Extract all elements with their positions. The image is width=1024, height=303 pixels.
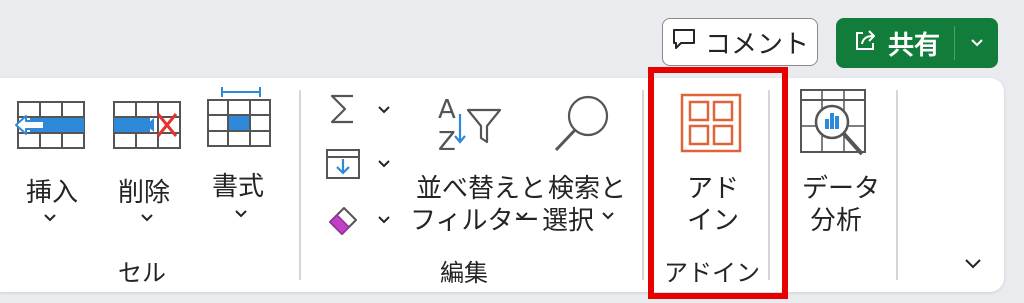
- delete-cells-icon: [110, 96, 184, 158]
- find-select-button[interactable]: 検索と 選択: [540, 92, 626, 236]
- insert-cells-button[interactable]: 挿入: [14, 96, 88, 231]
- data-analysis-label-line2: 分析: [810, 206, 863, 236]
- eraser-icon: [324, 200, 362, 242]
- autosum-chevron-icon: [378, 106, 390, 114]
- comment-icon: [671, 27, 697, 58]
- clear-button[interactable]: [322, 200, 398, 238]
- insert-cells-icon: [14, 96, 88, 158]
- group-divider: [896, 90, 898, 280]
- find-select-chevron-icon: [602, 212, 614, 220]
- find-select-label-line2: 選択: [542, 206, 595, 236]
- fill-button[interactable]: [322, 146, 398, 184]
- format-label: 書式: [212, 172, 265, 202]
- sort-filter-icon: A Z: [434, 92, 504, 160]
- svg-text:A: A: [438, 95, 456, 125]
- clear-chevron-icon: [378, 216, 390, 224]
- data-analysis-button[interactable]: データ 分析: [788, 86, 884, 236]
- fill-chevron-icon: [378, 160, 390, 168]
- share-label: 共有: [888, 30, 941, 61]
- insert-chevron-icon: [44, 214, 56, 222]
- autosum-button[interactable]: [322, 92, 398, 128]
- ribbon-collapse-button[interactable]: [958, 252, 988, 274]
- share-dropdown-chevron-icon[interactable]: [955, 38, 998, 48]
- format-cells-button[interactable]: 書式: [202, 86, 276, 231]
- sigma-icon: [326, 92, 360, 130]
- group-divider: [642, 90, 644, 280]
- sort-filter-button[interactable]: A Z 並べ替えと フィルター: [408, 92, 546, 236]
- share-button[interactable]: 共有: [836, 18, 998, 68]
- group-divider: [299, 90, 301, 280]
- chevron-down-icon: [964, 254, 982, 273]
- cells-group-label: セル: [118, 259, 166, 287]
- share-icon: [852, 27, 878, 60]
- insert-label: 挿入: [26, 178, 79, 208]
- format-chevron-icon: [235, 210, 247, 218]
- delete-chevron-icon: [141, 214, 153, 222]
- sort-filter-chevron-icon: [516, 212, 528, 220]
- highlight-box: [648, 67, 788, 299]
- editing-group-label: 編集: [440, 259, 488, 287]
- delete-cells-button[interactable]: 削除: [110, 96, 184, 231]
- svg-text:Z: Z: [438, 127, 456, 156]
- comment-label: コメント: [704, 29, 809, 60]
- format-cells-icon: [202, 86, 276, 156]
- magnifier-icon: [546, 92, 616, 160]
- fill-down-icon: [324, 146, 362, 186]
- delete-label: 削除: [118, 178, 171, 208]
- comment-button[interactable]: コメント: [662, 18, 818, 66]
- data-analysis-icon: [798, 86, 872, 164]
